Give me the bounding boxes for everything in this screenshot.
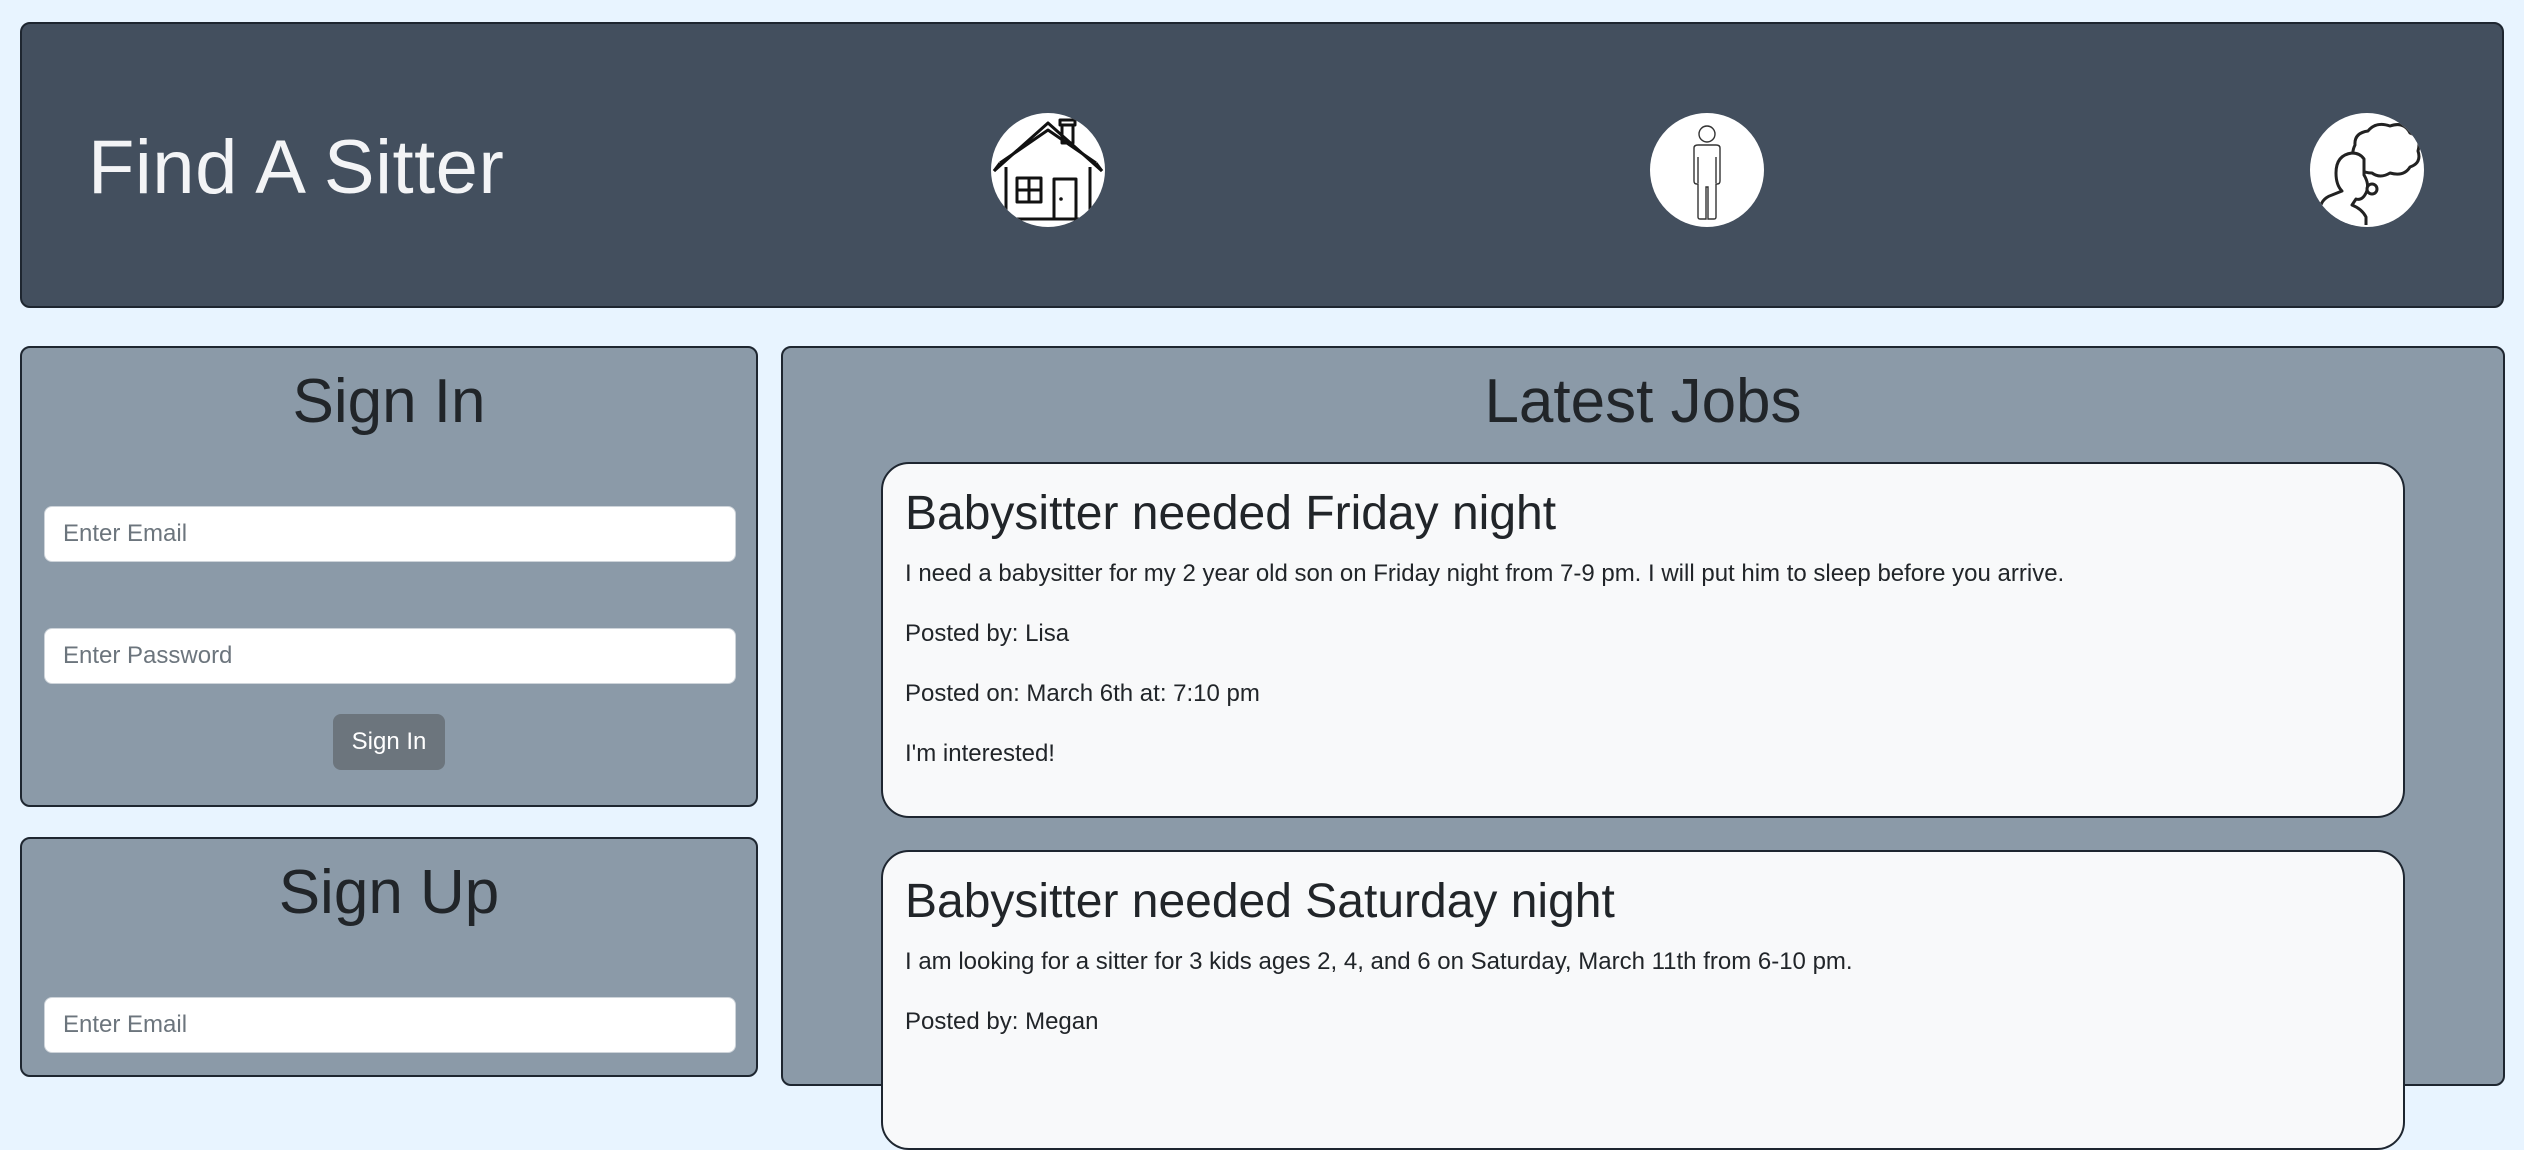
jobs-title: Latest Jobs bbox=[1484, 367, 1802, 436]
jobs-panel: Latest Jobs Babysitter needed Friday nig… bbox=[781, 346, 2505, 1150]
job-card: Babysitter needed Saturday night I am lo… bbox=[881, 850, 2405, 1150]
interested-link[interactable]: I'm interested! bbox=[905, 740, 1055, 768]
job-description: I am looking for a sitter for 3 kids age… bbox=[905, 948, 1853, 975]
site-header: Find A Sitter bbox=[20, 22, 2504, 308]
signup-title: Sign Up bbox=[278, 858, 500, 927]
signin-title: Sign In bbox=[292, 367, 486, 436]
job-posted-by: Posted by: Lisa bbox=[905, 620, 1070, 647]
signup-email-input[interactable] bbox=[44, 997, 736, 1053]
job-title: Babysitter needed Friday night bbox=[905, 487, 1557, 540]
signin-password-input[interactable] bbox=[44, 628, 736, 684]
signup-panel: Sign Up bbox=[20, 837, 758, 1077]
job-posted-on: Posted on: March 6th at: 7:10 pm bbox=[905, 680, 1260, 707]
signin-panel: Sign In Sign In bbox=[20, 346, 758, 807]
thinking-person-icon[interactable] bbox=[2310, 113, 2424, 227]
site-title: Find A Sitter bbox=[88, 125, 505, 210]
signin-button[interactable]: Sign In bbox=[333, 714, 445, 770]
home-icon[interactable] bbox=[991, 113, 1105, 227]
signin-email-input[interactable] bbox=[44, 506, 736, 562]
person-icon[interactable] bbox=[1650, 113, 1764, 227]
job-description: I need a babysitter for my 2 year old so… bbox=[905, 560, 2065, 587]
job-posted-by: Posted by: Megan bbox=[905, 1008, 1099, 1035]
job-title: Babysitter needed Saturday night bbox=[905, 875, 1615, 928]
job-card: Babysitter needed Friday night I need a … bbox=[881, 462, 2405, 818]
